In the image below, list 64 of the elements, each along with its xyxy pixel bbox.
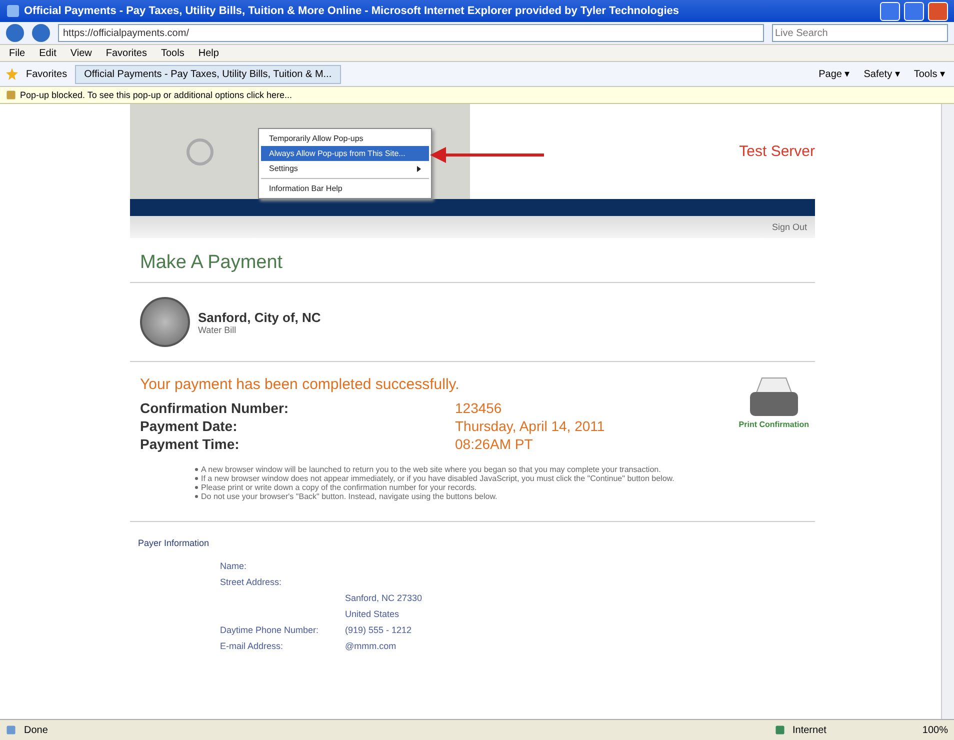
minimize-button[interactable] (880, 2, 900, 20)
favorites-button[interactable]: Favorites (26, 68, 68, 80)
field-label: Street Address: (220, 576, 283, 589)
menu-item[interactable]: Help (195, 48, 222, 58)
note-text: Do not use your browser's "Back" button. Instead, navigate using the buttons below. (201, 492, 498, 501)
field-label: Payment Date: (140, 417, 238, 435)
field-label: E-mail Address: (220, 640, 284, 653)
field-value: 123456 (455, 399, 502, 417)
payee-name: Sanford, City of, NC (198, 310, 321, 324)
info-bar-text: Pop-up blocked. To see this pop-up or additional options click here... (20, 90, 292, 100)
menu-item[interactable]: Temporarily Allow Pop-ups (261, 131, 429, 146)
browser-icon (6, 4, 20, 18)
print-button[interactable]: Print Confirmation (738, 376, 809, 429)
success-message: Your payment has been completed successfully. (140, 376, 460, 393)
submenu-arrow-icon (417, 166, 421, 172)
field-label: Payment Time: (140, 435, 240, 453)
toolbar-button[interactable]: Safety ▾ (860, 68, 903, 80)
address-field[interactable]: https://officialpayments.com/ (58, 24, 764, 42)
field-label: Daytime Phone Number: (220, 624, 320, 637)
zone-text: Internet (792, 724, 826, 736)
browser-tab[interactable]: Official Payments - Pay Taxes, Utility Bills, Tuition & M... (75, 64, 341, 84)
field-value: Thursday, April 14, 2011 (455, 417, 605, 435)
forward-button[interactable] (32, 24, 50, 42)
city-seal (140, 297, 190, 347)
field-label: Confirmation Number: (140, 399, 290, 417)
toolbar-button[interactable]: Tools ▾ (910, 68, 948, 80)
field-label: Name: (220, 560, 248, 573)
menu-item[interactable]: Information Bar Help (261, 181, 429, 196)
bullet-icon (195, 495, 198, 498)
menu-item[interactable]: File (6, 48, 28, 58)
star-icon (6, 68, 18, 80)
menu-item[interactable]: Tools (158, 48, 188, 58)
field-value: United States (345, 608, 400, 621)
note-text: If a new browser window does not appear immediately, or if you have disabled JavaScript, you must click the "Continue" button below. (201, 474, 674, 483)
bullet-icon (195, 468, 198, 471)
menu-item[interactable]: Settings (261, 161, 429, 176)
note-text: A new browser window will be launched to return you to the web site where you began so that you may complete your transaction. (201, 465, 661, 474)
field-value: Sanford, NC 27330 (345, 592, 424, 605)
bullet-icon (195, 477, 198, 480)
info-bar[interactable]: Pop-up blocked. To see this pop-up or additional options click here... (0, 87, 954, 104)
field-value: (919) 555 - 1212 (345, 624, 413, 637)
maximize-button[interactable] (904, 2, 924, 20)
menu-item[interactable]: Edit (36, 48, 60, 58)
menu-item[interactable]: Always Allow Pop-ups from This Site... (261, 146, 429, 161)
note-text: Please print or write down a copy of the confirmation number for your records. (201, 483, 477, 492)
menu-item[interactable]: Favorites (102, 48, 150, 58)
sign-out-link[interactable]: Sign Out (772, 222, 807, 232)
server-label: Test Server (739, 143, 815, 160)
close-button[interactable] (928, 2, 948, 20)
back-button[interactable] (6, 24, 24, 42)
page-title: Make A Payment (130, 238, 815, 283)
page-icon (6, 725, 16, 735)
toolbar-button[interactable]: Page ▾ (816, 68, 853, 80)
payee-subtitle: Water Bill (198, 324, 238, 334)
field-value: @mmm.com (345, 640, 398, 653)
zoom-level[interactable]: 100% (922, 724, 948, 736)
field-value: 08:26AM PT (455, 435, 533, 453)
section-title: Payer Information (138, 538, 210, 548)
menu-item[interactable]: View (67, 48, 95, 58)
bullet-icon (195, 486, 198, 489)
scrollbar[interactable] (941, 104, 954, 719)
search-field[interactable]: Live Search (772, 24, 948, 42)
status-text: Done (24, 724, 48, 736)
window-title: Official Payments - Pay Taxes, Utility Bills, Tuition & More Online - Microsoft Internet Explorer provided by Tyler Technologies (24, 5, 680, 17)
